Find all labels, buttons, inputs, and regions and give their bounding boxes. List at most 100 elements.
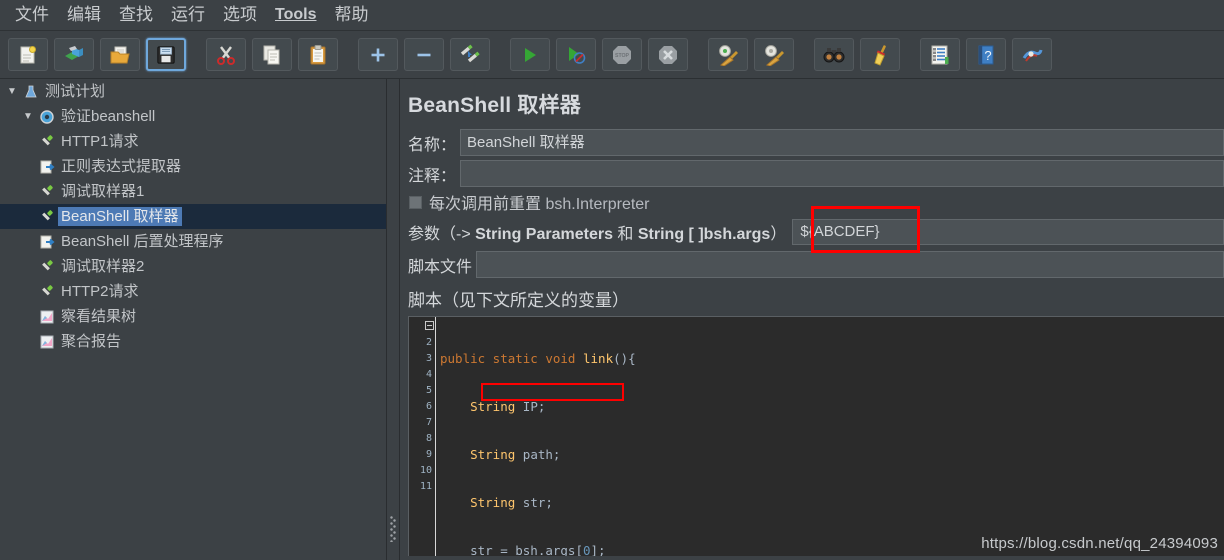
reset-interpreter-checkbox[interactable] — [409, 195, 422, 209]
start-no-pauses-button[interactable] — [556, 38, 596, 71]
tree-node-label: 验证beanshell — [61, 108, 156, 125]
tree-node-label: 察看结果树 — [61, 308, 137, 325]
split-pane-grip-icon[interactable] — [390, 516, 396, 542]
code-line: String IP; — [470, 399, 546, 414]
script-section-label: 脚本（见下文所定义的变量） — [408, 291, 629, 310]
name-input[interactable]: BeanShell 取样器 — [460, 129, 1224, 156]
tree-node-view-results-tree[interactable]: 察看结果树 — [0, 304, 386, 329]
tree-node-debug-sampler-1[interactable]: 调试取样器1 — [0, 179, 386, 204]
expand-twisty-icon[interactable]: ▼ — [20, 111, 36, 122]
tree-node-label: 调试取样器2 — [61, 258, 145, 275]
tree-node-http2[interactable]: HTTP2请求 — [0, 279, 386, 304]
tree-node-beanshell-sampler[interactable]: BeanShell 取样器 — [0, 204, 386, 229]
reset-search-button[interactable] — [860, 38, 900, 71]
name-label: 名称： — [408, 136, 457, 154]
minus-icon — [414, 45, 434, 65]
tree-node-label: HTTP2请求 — [61, 283, 139, 300]
code-line: String str; — [470, 495, 553, 510]
open-folder-icon — [109, 44, 131, 66]
menu-item-run[interactable]: 运行 — [162, 1, 214, 29]
code-line: String path; — [470, 447, 561, 462]
code-fold-collapse-icon[interactable] — [425, 321, 434, 330]
menu-item-file[interactable]: 文件 — [6, 1, 58, 29]
stop-octagon-icon: STOP — [611, 44, 633, 66]
tree-node-label: 正则表达式提取器 — [61, 158, 182, 175]
jmeter-window: 文件 编辑 查找 运行 选项 Tools 帮助 STOP ? ▼ 测试计划 ▼ … — [0, 0, 1224, 560]
start-button[interactable] — [510, 38, 550, 71]
page-title: BeanShell 取样器 — [408, 94, 581, 117]
watermark-url: https://blog.csdn.net/qq_24394093 — [981, 535, 1218, 552]
reset-interpreter-row[interactable]: 每次调用前重置 bsh.Interpreter — [400, 189, 1224, 215]
menu-item-options[interactable]: 选项 — [214, 1, 266, 29]
tree-node-debug-sampler-2[interactable]: 调试取样器2 — [0, 254, 386, 279]
sampler-pipette-icon — [36, 184, 58, 200]
stop-button[interactable]: STOP — [602, 38, 642, 71]
help-button[interactable]: ? — [966, 38, 1006, 71]
comment-label: 注释： — [408, 167, 457, 185]
scissors-icon — [215, 44, 237, 66]
undo-button[interactable] — [1012, 38, 1052, 71]
parameters-row: 参数（-> String Parameters 和 String [ ]bsh.… — [400, 206, 1224, 253]
broom-icon — [869, 44, 891, 66]
test-plan-tree[interactable]: ▼ 测试计划 ▼ 验证beanshell HTTP1请求 正则表达式提取器 调试… — [0, 79, 386, 560]
plus-icon — [368, 45, 388, 65]
tree-node-label: 调试取样器1 — [61, 183, 145, 200]
clear-button[interactable] — [708, 38, 748, 71]
sampler-pipette-icon — [36, 284, 58, 300]
comment-field-row: 注释： — [400, 158, 1224, 189]
tree-node-label: 测试计划 — [45, 83, 106, 100]
listener-chart-icon — [36, 309, 58, 325]
parameters-label: 参数（-> String Parameters 和 String [ ]bsh.… — [408, 226, 787, 243]
gear-broom-green-icon — [717, 44, 739, 66]
toolbar: STOP ? — [0, 31, 1224, 79]
cut-button[interactable] — [206, 38, 246, 71]
toggle-button[interactable] — [450, 38, 490, 71]
code-line: public static void link(){ — [440, 351, 636, 366]
open-button[interactable] — [100, 38, 140, 71]
tree-node-http1[interactable]: HTTP1请求 — [0, 129, 386, 154]
beanshell-sampler-panel: BeanShell 取样器 名称： BeanShell 取样器 注释： 每次调用… — [400, 79, 1224, 560]
search-button[interactable] — [814, 38, 854, 71]
new-test-plan-button[interactable] — [8, 38, 48, 71]
comment-input[interactable] — [460, 160, 1224, 187]
post-processor-icon — [36, 159, 58, 175]
post-processor-icon — [36, 234, 58, 250]
tree-node-thread-group[interactable]: ▼ 验证beanshell — [0, 104, 386, 129]
menu-item-tools[interactable]: Tools — [266, 1, 325, 29]
expand-twisty-icon[interactable]: ▼ — [4, 86, 20, 97]
gear-broom-icon — [763, 44, 785, 66]
line-number: 7 — [425, 417, 432, 428]
parameters-input[interactable]: ${ABCDEF} — [792, 219, 1224, 245]
collapse-all-button[interactable] — [404, 38, 444, 71]
editor-code-area[interactable]: public static void link(){ String IP; St… — [436, 317, 1224, 556]
shutdown-button[interactable] — [648, 38, 688, 71]
tree-node-aggregate-report[interactable]: 聚合报告 — [0, 329, 386, 354]
tree-node-label: HTTP1请求 — [61, 133, 139, 150]
line-number: 2 — [425, 337, 432, 348]
script-editor[interactable]: 1 2 3 4 5 6 7 8 9 10 11 public static vo… — [408, 316, 1224, 556]
tree-node-regex-extractor[interactable]: 正则表达式提取器 — [0, 154, 386, 179]
menu-item-help[interactable]: 帮助 — [325, 1, 377, 29]
listener-chart-icon — [36, 334, 58, 350]
save-button[interactable] — [146, 38, 186, 71]
menu-item-edit[interactable]: 编辑 — [58, 1, 110, 29]
reset-interpreter-label-mono: bsh.Interpreter — [545, 196, 650, 213]
tree-node-beanshell-postprocessor[interactable]: BeanShell 后置处理程序 — [0, 229, 386, 254]
clear-all-button[interactable] — [754, 38, 794, 71]
line-number: 4 — [425, 369, 432, 380]
copy-button[interactable] — [252, 38, 292, 71]
tree-node-label: 聚合报告 — [61, 333, 122, 350]
split-pane-divider[interactable] — [386, 79, 400, 560]
script-file-input[interactable] — [476, 251, 1224, 278]
play-no-pause-icon — [565, 44, 587, 66]
templates-icon — [63, 44, 85, 66]
paste-button[interactable] — [298, 38, 338, 71]
function-helper-button[interactable] — [920, 38, 960, 71]
expand-all-button[interactable] — [358, 38, 398, 71]
templates-button[interactable] — [54, 38, 94, 71]
menu-item-search[interactable]: 查找 — [110, 1, 162, 29]
binoculars-icon — [823, 44, 845, 66]
tree-node-test-plan[interactable]: ▼ 测试计划 — [0, 79, 386, 104]
shutdown-x-icon — [657, 44, 679, 66]
sampler-pipette-icon — [36, 134, 58, 150]
